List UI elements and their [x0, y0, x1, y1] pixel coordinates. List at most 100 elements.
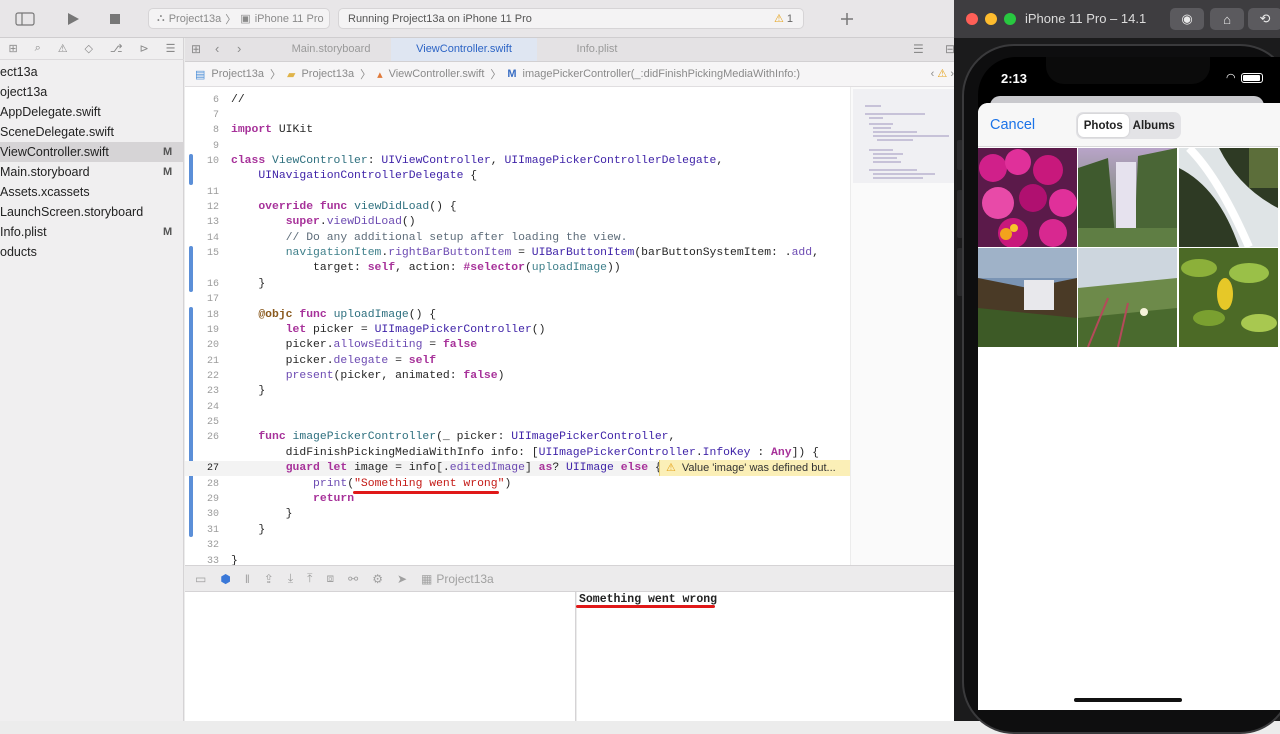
chevron-right-icon: 〉: [270, 69, 281, 81]
nav-item-main-storyboard[interactable]: Main.storyboard M: [0, 162, 184, 182]
sidebar-toggle-icon[interactable]: [6, 8, 44, 29]
location-icon[interactable]: ➤: [397, 572, 407, 586]
variables-view[interactable]: [185, 592, 576, 721]
status-indicators: ◠: [1226, 71, 1263, 84]
battery-icon: [1240, 72, 1263, 83]
continue-icon[interactable]: ⇪: [264, 572, 274, 586]
issue-navigation[interactable]: ‹ ⚠ ›: [931, 67, 954, 80]
xcode-toolbar: ⛬ Project13a 〉 ▣ iPhone 11 Pro Running P…: [0, 0, 962, 38]
nav-item-infoplist[interactable]: Info.plist M: [0, 222, 184, 242]
home-icon[interactable]: ⌂: [1210, 8, 1244, 30]
search-icon[interactable]: ⌕: [35, 42, 41, 55]
code-line: 25: [206, 417, 219, 428]
console-output[interactable]: Something went wrong: [577, 592, 962, 721]
hide-debug-area-icon[interactable]: ▭: [195, 572, 206, 586]
cancel-button[interactable]: Cancel: [990, 117, 1035, 133]
code-line: 18 @objc func uploadImage() {: [206, 309, 437, 321]
nav-item-appdelegate[interactable]: AppDelegate.swift: [0, 102, 184, 122]
nav-item-project[interactable]: ect13a: [0, 62, 184, 82]
code-line: 29 return: [206, 493, 355, 505]
scheme-selector[interactable]: ⛬ Project13a 〉 ▣ iPhone 11 Pro: [148, 8, 330, 29]
photo-thumbnail[interactable]: [1179, 248, 1278, 347]
nav-item-products[interactable]: oducts: [0, 242, 184, 262]
photo-thumbnail[interactable]: [1078, 248, 1177, 347]
scheme-icon: ⛬: [157, 12, 165, 24]
hierarchy-icon[interactable]: ⊞: [8, 42, 17, 55]
simulator-title: iPhone 11 Pro – 14.1: [1025, 11, 1147, 26]
code-line: 23 }: [206, 385, 266, 397]
breadcrumb-project[interactable]: Project13a: [211, 68, 264, 80]
photo-thumbnail[interactable]: [1078, 148, 1177, 247]
step-out-icon[interactable]: ⤒: [307, 571, 312, 586]
code-editor[interactable]: 6// 7 8 import UIKit 9 10 class ViewContro…: [185, 87, 850, 565]
run-button[interactable]: [58, 8, 88, 29]
waterfall-photo-icon: [1078, 148, 1177, 247]
breakpoints-toggle-icon[interactable]: ⬢: [220, 572, 230, 586]
code-line: 22 present(picker, animated: false): [206, 370, 505, 382]
debug-icon[interactable]: ⎇: [110, 42, 123, 55]
photos-albums-segmented-control[interactable]: Photos Albums: [1076, 112, 1181, 139]
pause-icon[interactable]: ‖: [245, 572, 250, 586]
code-line: UINavigationControllerDelegate {: [258, 170, 478, 182]
code-line: 14 // Do any additional setup after load…: [206, 232, 628, 244]
code-line: 8 import UIKit: [212, 124, 314, 136]
close-window-button[interactable]: [966, 13, 978, 25]
code-line: 24: [206, 402, 219, 413]
segment-photos[interactable]: Photos: [1078, 114, 1129, 137]
report-icon[interactable]: ☰: [166, 42, 176, 55]
tab-info-plist[interactable]: Info.plist: [539, 38, 655, 61]
screenshot-icon[interactable]: ◉: [1170, 8, 1204, 30]
issue-icon[interactable]: ⚠: [58, 42, 68, 55]
tab-main-storyboard[interactable]: Main.storyboard: [273, 38, 389, 61]
code-line: 15 navigationItem.rightBarButtonItem = U…: [206, 247, 819, 259]
breakpoint-icon[interactable]: ⊳: [139, 42, 148, 55]
grid-icon[interactable]: ⊞: [191, 42, 201, 56]
nav-item-scenedelegate[interactable]: SceneDelegate.swift: [0, 122, 184, 142]
zoom-window-button[interactable]: [1004, 13, 1016, 25]
test-icon[interactable]: ◇: [84, 42, 92, 55]
code-line: 20 picker.allowsEditing = false: [206, 339, 478, 351]
red-annotation-underline: [576, 605, 715, 608]
breadcrumb-group[interactable]: Project13a: [301, 68, 354, 80]
breadcrumb-file[interactable]: ViewController.swift: [389, 68, 485, 80]
chevron-right-icon: 〉: [225, 13, 237, 26]
code-line: 28 print("Something went wrong"): [206, 478, 512, 490]
minimap[interactable]: [850, 87, 962, 565]
project-navigator: ⊞ ⌕ ⚠ ◇ ⎇ ⊳ ☰ ect13a oject13a AppDelegat…: [0, 38, 184, 721]
step-over-icon[interactable]: ⤓: [288, 571, 293, 586]
code-line: 6//: [212, 94, 245, 106]
activity-viewer: Running Project13a on iPhone 11 Pro ⚠ 1: [338, 8, 804, 29]
code-line: 17: [206, 294, 219, 305]
environment-icon[interactable]: ⚙: [372, 572, 383, 586]
view-hierarchy-icon[interactable]: ⧈: [326, 571, 334, 586]
status-time: 2:13: [1001, 71, 1028, 86]
photo-thumbnail[interactable]: [978, 148, 1077, 247]
inline-warning[interactable]: ⚠ Value 'image' was defined but...: [659, 460, 850, 476]
tab-viewcontroller[interactable]: ViewController.swift: [391, 38, 537, 61]
code-line: 26 func imagePickerController(_ picker: …: [206, 431, 676, 443]
breadcrumb-method[interactable]: imagePickerController(_:didFinishPicking…: [523, 68, 801, 80]
wifi-icon: ◠: [1226, 72, 1236, 84]
forward-arrow-icon[interactable]: ›: [237, 41, 241, 56]
warning-icon: ⚠: [666, 462, 676, 474]
home-indicator[interactable]: [1074, 698, 1182, 702]
swift-file-icon: ▴: [377, 68, 383, 81]
nav-item-launchscreen[interactable]: LaunchScreen.storyboard: [0, 202, 184, 222]
back-arrow-icon[interactable]: ‹: [215, 41, 219, 56]
flowers-photo-icon: [978, 148, 1077, 247]
minimize-window-button[interactable]: [985, 13, 997, 25]
segment-albums[interactable]: Albums: [1129, 114, 1180, 137]
library-button[interactable]: [832, 8, 862, 29]
editor-options-icon[interactable]: ☰: [913, 42, 924, 56]
nav-item-group[interactable]: oject13a: [0, 82, 184, 102]
project-icon: ▤: [195, 68, 206, 81]
rotate-icon[interactable]: ⟲: [1248, 8, 1280, 30]
photo-thumbnail[interactable]: [1179, 148, 1278, 247]
folder-icon: ▰: [287, 68, 296, 81]
stop-button[interactable]: [100, 8, 130, 29]
photo-thumbnail[interactable]: [978, 248, 1077, 347]
nav-item-viewcontroller[interactable]: ViewController.swift M: [0, 142, 184, 162]
warning-counter[interactable]: ⚠ 1: [774, 12, 793, 25]
nav-item-assets[interactable]: Assets.xcassets: [0, 182, 184, 202]
memory-graph-icon[interactable]: ⚯: [348, 572, 358, 586]
